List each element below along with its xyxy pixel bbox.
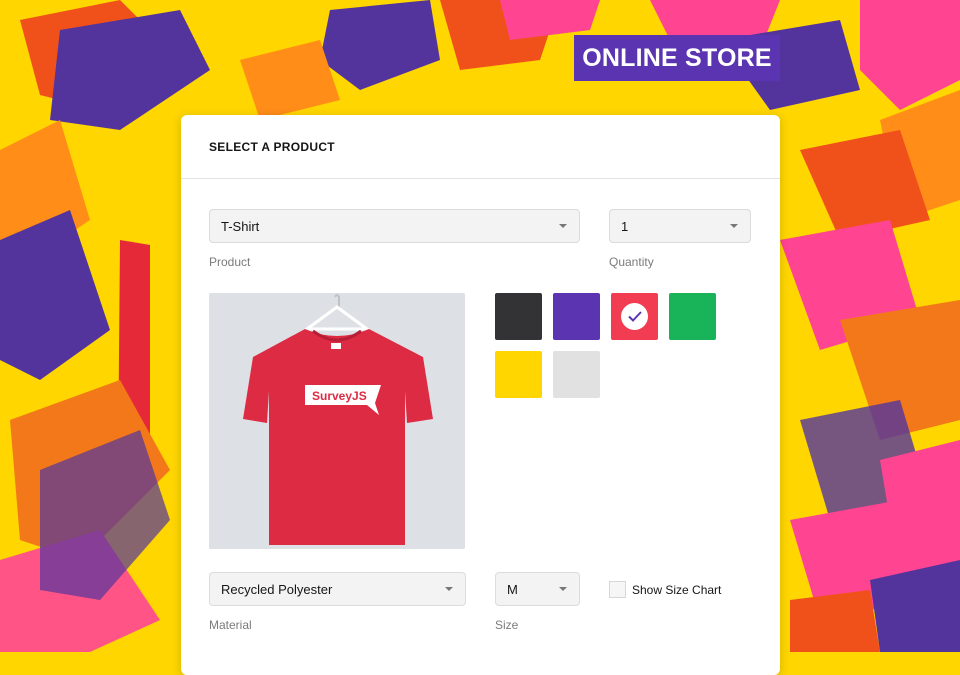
online-store-banner: ONLINE STORE bbox=[574, 35, 780, 81]
material-dropdown-value: Recycled Polyester bbox=[221, 581, 333, 597]
size-label: Size bbox=[495, 618, 519, 632]
chevron-down-icon bbox=[559, 224, 567, 228]
color-swatch-yellow[interactable] bbox=[495, 351, 542, 398]
show-size-chart-checkbox[interactable] bbox=[609, 581, 626, 598]
chevron-down-icon bbox=[559, 587, 567, 591]
product-label: Product bbox=[209, 255, 251, 269]
quantity-label: Quantity bbox=[609, 255, 654, 269]
material-dropdown[interactable]: Recycled Polyester bbox=[209, 572, 466, 606]
quantity-dropdown[interactable]: 1 bbox=[609, 209, 751, 243]
card-title: SELECT A PRODUCT bbox=[209, 139, 335, 154]
product-image: SurveyJS bbox=[209, 293, 465, 549]
material-label: Material bbox=[209, 618, 252, 632]
size-dropdown[interactable]: M bbox=[495, 572, 580, 606]
color-swatch-red-selected[interactable] bbox=[611, 293, 658, 340]
product-dropdown-value: T-Shirt bbox=[221, 218, 260, 234]
product-selection-card: SELECT A PRODUCT T-Shirt Product 1 Quant… bbox=[181, 115, 780, 675]
card-header: SELECT A PRODUCT bbox=[181, 115, 780, 179]
product-dropdown[interactable]: T-Shirt bbox=[209, 209, 580, 243]
color-swatch-purple[interactable] bbox=[553, 293, 600, 340]
size-dropdown-value: M bbox=[507, 581, 518, 597]
color-swatch-black[interactable] bbox=[495, 293, 542, 340]
chevron-down-icon bbox=[730, 224, 738, 228]
tshirt-on-hanger-image bbox=[209, 293, 465, 549]
chevron-down-icon bbox=[445, 587, 453, 591]
shirt-logo-text: SurveyJS bbox=[312, 389, 367, 403]
color-swatch-green[interactable] bbox=[669, 293, 716, 340]
checkmark-icon bbox=[621, 303, 648, 330]
quantity-dropdown-value: 1 bbox=[621, 218, 629, 234]
show-size-chart-label[interactable]: Show Size Chart bbox=[632, 583, 721, 597]
color-swatch-light-gray[interactable] bbox=[553, 351, 600, 398]
